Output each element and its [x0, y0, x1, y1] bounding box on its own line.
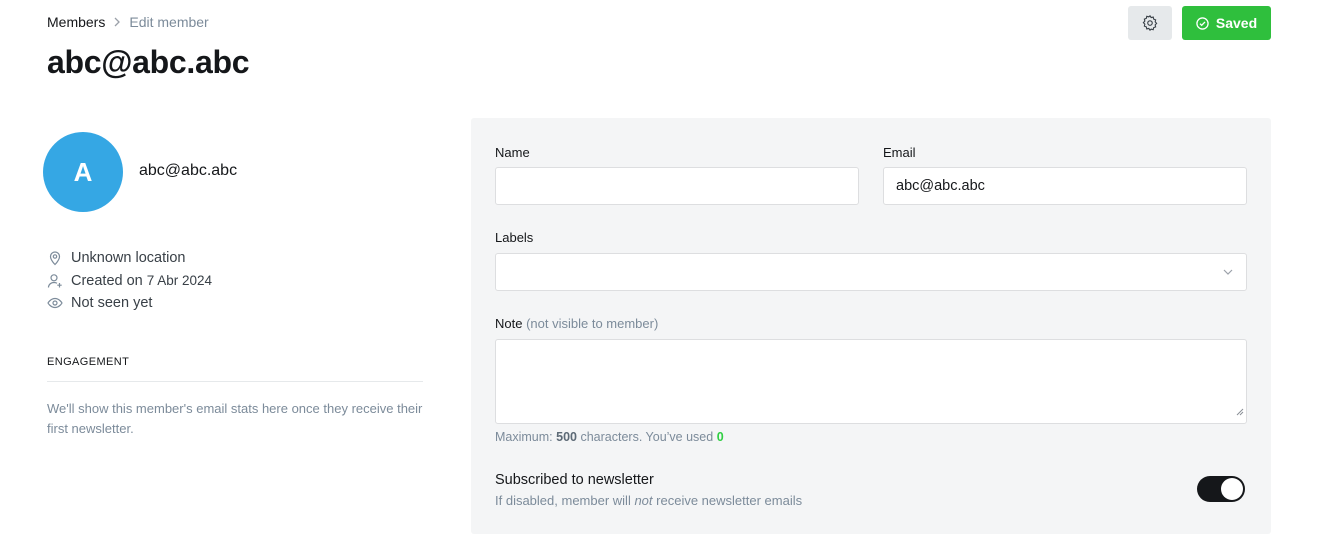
newsletter-desc-pre: If disabled, member will [495, 493, 631, 508]
newsletter-title: Subscribed to newsletter [495, 472, 654, 488]
created-prefix: Created on [71, 272, 143, 289]
chevron-right-icon [113, 17, 121, 27]
note-counter: Maximum: 500 characters. You’ve used 0 [495, 430, 724, 444]
engagement-text: We'll show this member's email stats her… [47, 401, 423, 436]
created-row: Created on 7 Abr 2024 [47, 270, 212, 293]
member-meta-list: Unknown location Created on 7 Abr 2024 N… [47, 247, 212, 315]
note-textarea[interactable] [495, 339, 1247, 424]
location-text: Unknown location [71, 250, 186, 267]
newsletter-desc-post: receive newsletter emails [656, 493, 803, 508]
name-field[interactable] [495, 167, 859, 205]
location-pin-icon [47, 250, 63, 266]
gear-icon [1141, 14, 1159, 32]
name-label: Name [495, 145, 530, 160]
note-label-text: Note [495, 316, 523, 331]
newsletter-desc-em: not [634, 493, 653, 508]
saved-button[interactable]: Saved [1182, 6, 1271, 40]
breadcrumb-current: Edit member [129, 14, 209, 30]
saved-label: Saved [1215, 15, 1258, 31]
user-add-icon [47, 273, 63, 289]
counter-used: 0 [716, 430, 724, 444]
created-date: 7 Abr 2024 [146, 273, 213, 289]
toggle-knob [1221, 478, 1243, 500]
labels-select[interactable] [495, 253, 1247, 291]
settings-button[interactable] [1128, 6, 1172, 40]
note-label: Note (not visible to member) [495, 316, 658, 331]
resize-grip-icon[interactable] [1235, 403, 1244, 421]
note-hint: (not visible to member) [526, 316, 659, 331]
counter-mid: characters. You’ve used [580, 430, 714, 444]
email-field[interactable]: abc@abc.abc [883, 167, 1247, 205]
member-email: abc@abc.abc [139, 162, 238, 179]
engagement-title: ENGAGEMENT [47, 356, 130, 368]
last-seen-row: Not seen yet [47, 292, 212, 315]
member-form: Name Email abc@abc.abc Labels Note (not … [471, 118, 1271, 534]
chevron-down-icon [1222, 266, 1234, 282]
labels-label: Labels [495, 230, 534, 245]
engagement-divider [47, 381, 423, 382]
location-row: Unknown location [47, 247, 212, 270]
breadcrumb: Members Edit member [47, 14, 209, 30]
last-seen-text: Not seen yet [71, 295, 153, 312]
counter-max: 500 [556, 430, 577, 444]
newsletter-desc: If disabled, member will not receive new… [495, 493, 802, 508]
page-title: abc@abc.abc [47, 44, 250, 80]
newsletter-toggle[interactable] [1197, 476, 1245, 502]
breadcrumb-members-link[interactable]: Members [47, 14, 105, 30]
email-label: Email [883, 145, 916, 160]
avatar: A [43, 132, 123, 212]
counter-prefix: Maximum: [495, 430, 553, 444]
eye-icon [47, 295, 63, 311]
check-circle-icon [1196, 16, 1209, 30]
